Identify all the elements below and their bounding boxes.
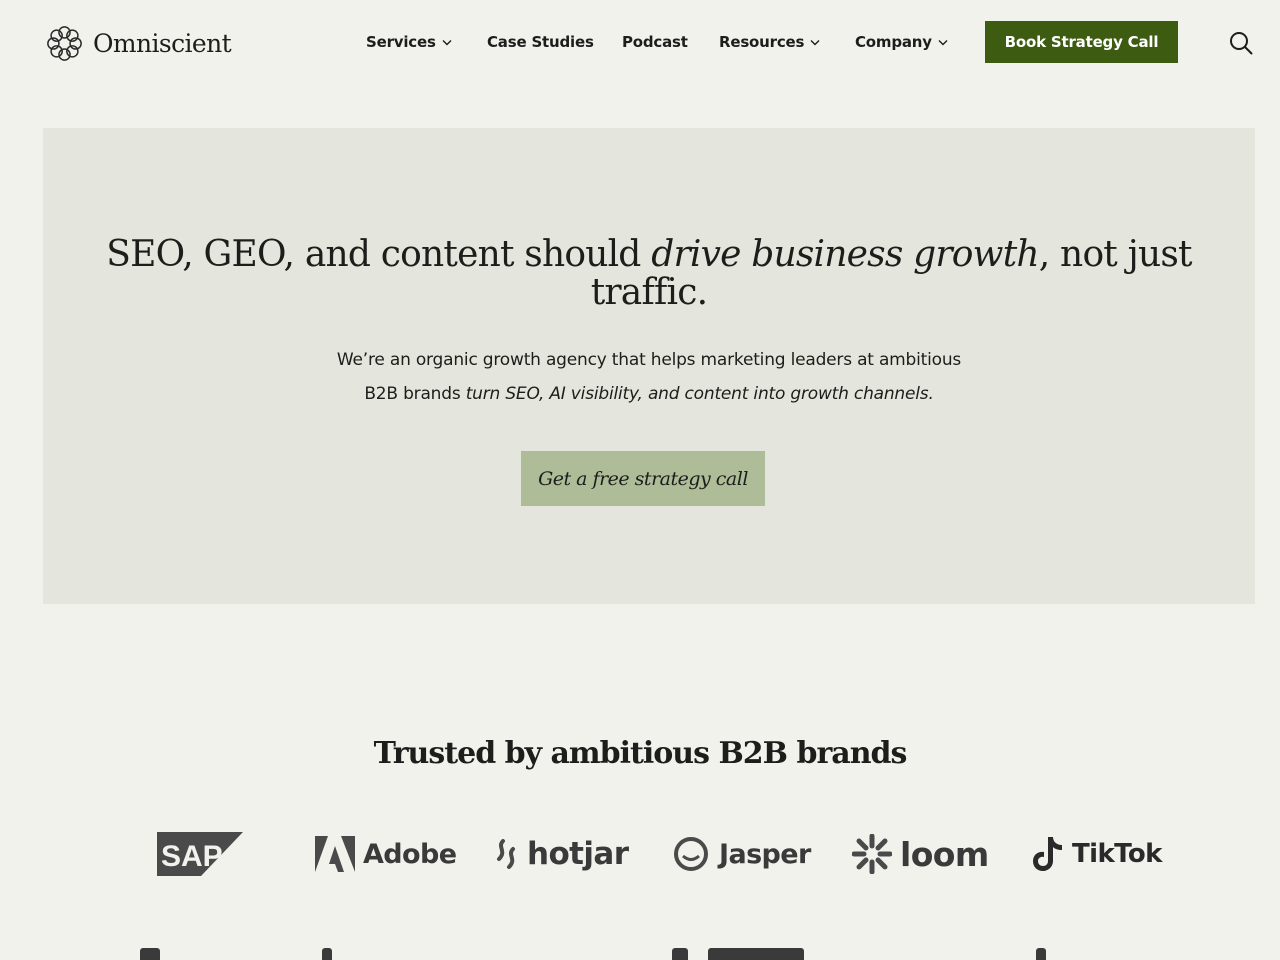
chevron-down-icon [442,39,452,45]
brand-name: TikTok [1072,839,1162,869]
adobe-logo-icon [315,836,355,872]
partial-logo [1036,948,1046,960]
partial-logo [140,948,160,960]
hero-title: SEO, GEO, and content should drive busin… [43,236,1255,312]
hero-desc-line1: We’re an organic growth agency that help… [336,350,962,370]
chevron-down-icon [810,39,820,45]
tiktok-logo-icon [1033,837,1062,871]
hero-description: We’re an organic growth agency that help… [43,343,1255,411]
sap-logo-icon: SAP [157,832,243,876]
brand-logo-jasper: Jasper [673,828,811,880]
nav-item-podcast[interactable]: Podcast [622,31,688,53]
brand-name: SAP [161,840,223,873]
brand-logo-row-partial [0,948,1280,960]
nav-item-label: Podcast [622,33,688,51]
brand-name: hotjar [527,836,629,872]
loom-logo-icon [852,834,892,874]
nav-item-label: Case Studies [487,33,594,51]
nav-item-label: Company [855,33,932,51]
partial-logo [322,948,332,960]
nav-item-resources[interactable]: Resources [719,31,820,53]
hero-title-part1: SEO, GEO, and content should [106,234,652,275]
nav-item-company[interactable]: Company [855,31,948,53]
hero-desc-line2-plain: B2B brands [364,384,466,404]
jasper-logo-icon [674,837,708,871]
search-icon [1230,32,1253,55]
nav-item-label: Resources [719,33,805,51]
omniscient-logo-icon [46,25,83,62]
brand-name: loom [900,834,989,874]
brand-logo-loom: loom [852,828,989,880]
brand-name: Jasper [719,838,811,870]
logo-link[interactable]: Omniscient [46,24,232,62]
hero-desc-line2-emphasis: turn SEO, AI visibility, and content int… [465,384,934,404]
hero-section: SEO, GEO, and content should drive busin… [43,128,1255,604]
partial-logo [672,948,688,960]
book-strategy-call-button[interactable]: Book Strategy Call [985,21,1178,63]
free-strategy-call-button[interactable]: Get a free strategy call [521,451,765,506]
brand-logo-tiktok: TikTok [1032,828,1162,880]
hotjar-logo-icon [497,839,515,869]
nav-item-label: Services [366,33,436,51]
nav-item-case-studies[interactable]: Case Studies [487,31,594,53]
brand-logo-hotjar: hotjar [493,828,629,880]
brand-name: Adobe [363,838,457,870]
hero-title-emphasis: drive business growth [651,234,1039,275]
chevron-down-icon [938,39,948,45]
brand-logo-adobe: Adobe [315,828,457,880]
logo-text: Omniscient [93,28,232,58]
nav-item-services[interactable]: Services [366,31,452,53]
site-header: Omniscient Services Case Studies Podcast… [0,0,1280,86]
search-button[interactable] [1228,30,1254,56]
partial-logo [708,948,804,960]
brand-logo-sap: SAP [157,828,253,880]
trusted-title: Trusted by ambitious B2B brands [373,736,908,771]
